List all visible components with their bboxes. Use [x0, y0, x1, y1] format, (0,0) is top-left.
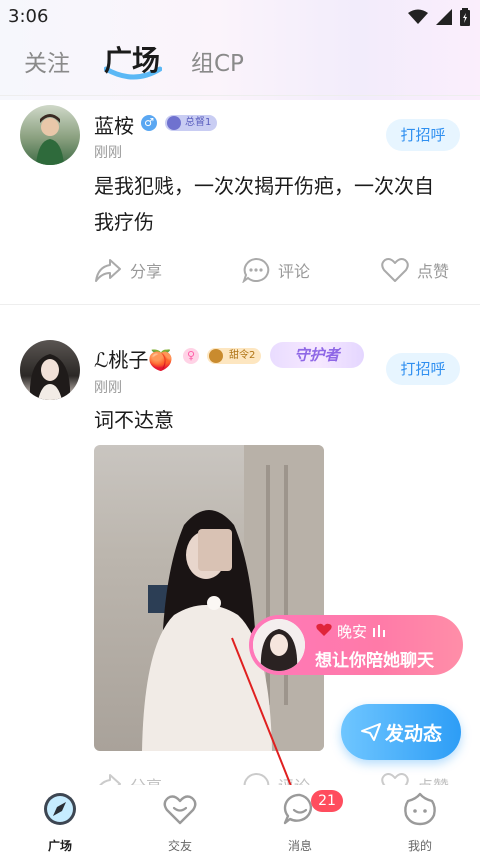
- nav-friends[interactable]: 交友: [140, 791, 220, 853]
- face-icon: [404, 792, 436, 826]
- nav-label: 我的: [407, 839, 432, 853]
- nav-mine[interactable]: 我的: [380, 791, 460, 853]
- heart-icon: [163, 795, 197, 825]
- annotation-arrow: [231, 637, 298, 803]
- nav-square[interactable]: 广场: [20, 791, 100, 853]
- compass-icon: [44, 793, 76, 825]
- message-count-badge: 21: [311, 790, 343, 812]
- nav-label: 广场: [47, 839, 72, 853]
- nav-label: 交友: [167, 839, 192, 853]
- bottom-nav: 广场 交友 消息 我的: [0, 785, 480, 853]
- nav-label: 消息: [287, 839, 312, 853]
